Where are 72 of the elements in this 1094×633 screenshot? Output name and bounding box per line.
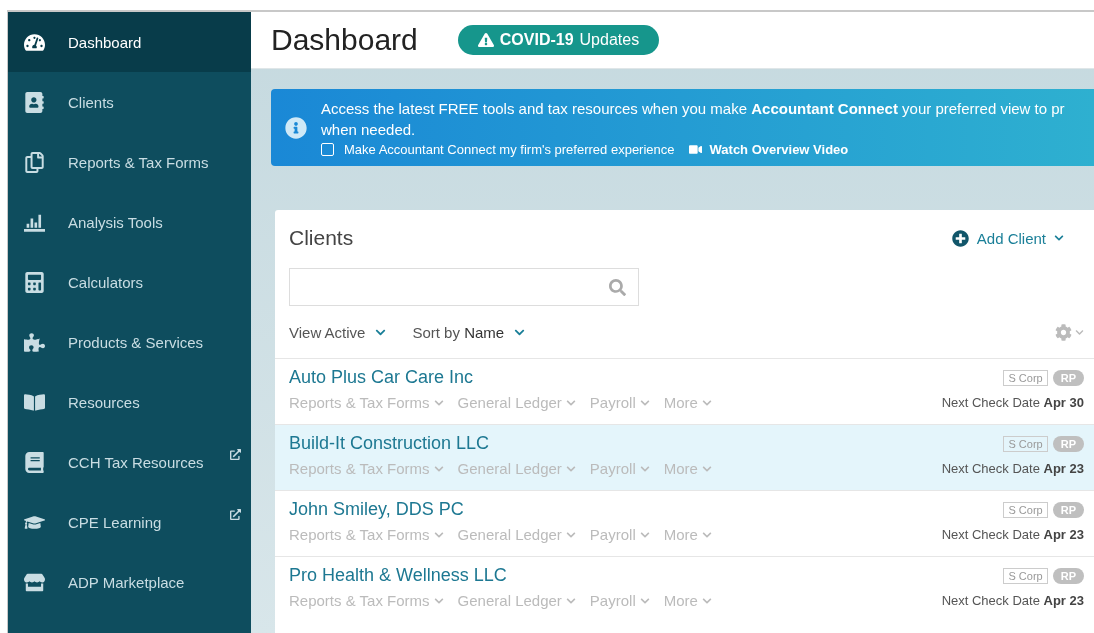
chevron-down-icon [565, 595, 576, 606]
sidebar-item[interactable]: Clients [8, 72, 251, 132]
search-field[interactable] [289, 268, 639, 306]
chevron-down-icon [701, 463, 712, 474]
info-icon [285, 116, 307, 139]
puzzle-icon [23, 331, 45, 353]
sidebar-item[interactable]: ADP Marketplace [8, 552, 251, 612]
entity-type-tag: S Corp [1003, 501, 1048, 518]
card-title: Clients [289, 226, 354, 250]
entity-type-tag: S Corp [1003, 567, 1048, 584]
plus-icon [951, 229, 969, 247]
entity-type-tag: S Corp [1003, 369, 1048, 386]
chevron-down-icon [433, 397, 444, 408]
chevron-down-icon [433, 529, 444, 540]
chevron-down-icon [639, 595, 650, 606]
banner-text: Access the latest FREE tools and tax resources when you make Accountant Connect your preferred view to pr [321, 99, 1065, 119]
sidebar-item[interactable]: Calculators [8, 252, 251, 312]
sidebar-item[interactable]: CCH Tax Resources [8, 432, 251, 492]
chevron-down-icon [639, 397, 650, 408]
chevron-down-icon [1054, 233, 1064, 243]
gauge-icon [23, 31, 45, 53]
client-name-link[interactable]: Auto Plus Car Care Inc [289, 367, 474, 388]
entity-type-tag: S Corp [1003, 435, 1048, 452]
sidebar-item[interactable]: Dashboard [8, 12, 251, 72]
next-check-date: Next Check Date Apr 23 [941, 593, 1084, 608]
chevron-down-icon [1075, 327, 1084, 337]
notebook-icon [23, 451, 45, 473]
next-check-date: Next Check Date Apr 30 [941, 395, 1084, 410]
calculator-icon [23, 271, 45, 293]
rp-tag: RP [1052, 567, 1084, 584]
sidebar-item[interactable]: CPE Learning [8, 492, 251, 552]
book-icon [23, 391, 45, 413]
chevron-down-icon [701, 529, 712, 540]
filter-dropdown[interactable]: Sort by Name [412, 323, 526, 341]
filter-dropdown[interactable]: View Active [289, 323, 387, 341]
chevron-down-icon [565, 529, 576, 540]
chevron-down-icon [565, 397, 576, 408]
sidebar-item[interactable]: Resources [8, 372, 251, 432]
next-check-date: Next Check Date Apr 23 [941, 461, 1084, 476]
add-client-button[interactable]: Add Client [951, 229, 1064, 247]
client-row[interactable]: Build-It Construction LLC S Corp RP Reports & Tax Forms General Ledger Payroll More Next Check Date Apr 23 [275, 424, 1094, 490]
checkbox[interactable] [321, 143, 334, 156]
chevron-down-icon [565, 463, 576, 474]
contact-card-icon [23, 91, 45, 113]
copy-icon [23, 151, 45, 173]
covid-updates-button[interactable]: COVID-19 Updates [457, 25, 660, 55]
client-name-link[interactable]: John Smiley, DDS PC [289, 499, 464, 520]
rp-tag: RP [1052, 435, 1084, 452]
chevron-down-icon [433, 595, 444, 606]
settings-icon [1055, 323, 1072, 341]
rp-tag: RP [1052, 501, 1084, 518]
sidebar-item[interactable]: Analysis Tools [8, 192, 251, 252]
chevron-down-icon [639, 529, 650, 540]
chevron-down-icon [433, 463, 444, 474]
page-title: Dashboard [271, 23, 418, 57]
watch-video-link[interactable]: Watch Overview Video [688, 142, 849, 157]
preferred-experience-checkbox[interactable]: Make Accountant Connect my firm's preferred experience [321, 142, 675, 157]
warning-icon [477, 32, 494, 48]
store-icon [23, 571, 45, 593]
chevron-down-icon [701, 397, 712, 408]
sidebar-item[interactable]: Products & Services [8, 312, 251, 372]
search-icon [609, 278, 626, 296]
chevron-down-icon [639, 463, 650, 474]
client-name-link[interactable]: Pro Health & Wellness LLC [289, 565, 507, 586]
banner-text: when needed. [321, 120, 417, 140]
next-check-date: Next Check Date Apr 23 [941, 527, 1084, 542]
rp-tag: RP [1052, 369, 1084, 386]
client-name-link[interactable]: Build-It Construction LLC [289, 433, 490, 454]
video-camera-icon [688, 143, 702, 156]
sidebar-item[interactable]: Reports & Tax Forms [8, 132, 251, 192]
chevron-down-icon [701, 595, 712, 606]
settings-dropdown[interactable] [1055, 323, 1084, 341]
